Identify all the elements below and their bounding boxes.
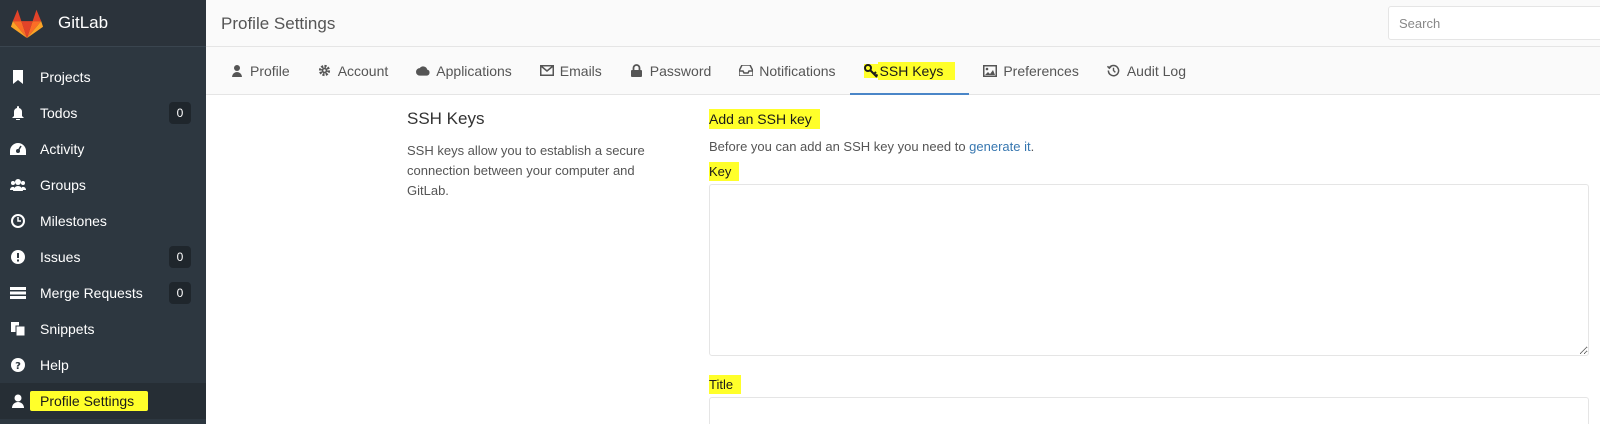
add-ssh-key-form: Add an SSH key Before you can add an SSH… [709, 109, 1589, 424]
image-icon [983, 64, 998, 78]
tab-password[interactable]: Password [616, 47, 725, 94]
gear-icon [318, 64, 332, 78]
user-icon [230, 64, 244, 78]
tab-label: Notifications [759, 62, 836, 79]
title-label: Title [709, 375, 742, 394]
generate-it-link[interactable]: generate it [969, 139, 1030, 154]
tab-label: Emails [559, 62, 602, 79]
sidebar-item-merge-requests[interactable]: Merge Requests 0 [0, 275, 206, 311]
tab-account[interactable]: Account [304, 47, 403, 94]
tab-label: Audit Log [1126, 62, 1186, 79]
desc-end: . [1030, 139, 1035, 154]
tab-label: SSH Keys [877, 61, 956, 80]
desc-text: Before you can add an SSH key you need t… [709, 139, 970, 154]
sidebar-item-snippets[interactable]: Snippets [0, 311, 206, 347]
users-icon [10, 177, 26, 193]
sidebar-item-label: Projects [40, 69, 91, 85]
sidebar-item-groups[interactable]: Groups [0, 167, 206, 203]
bell-icon [10, 105, 26, 121]
tab-label: Password [649, 62, 712, 79]
ssh-keys-info: SSH Keys SSH keys allow you to establish… [407, 109, 657, 201]
tab-label: Applications [436, 62, 512, 79]
section-description: SSH keys allow you to establish a secure… [407, 143, 645, 198]
sidebar-item-todos[interactable]: Todos 0 [0, 95, 206, 131]
tab-notifications[interactable]: Notifications [725, 47, 849, 94]
sidebar-item-label: Groups [40, 177, 86, 193]
page-header: Profile Settings [206, 0, 1600, 47]
tab-label: Profile [250, 62, 290, 79]
gitlab-logo-icon [10, 9, 44, 39]
brand[interactable]: GitLab [0, 0, 206, 47]
profile-tabs: Profile Account Applications Emails Pass… [206, 47, 1600, 95]
sidebar-item-label: Issues [40, 249, 81, 265]
exclamation-circle-icon [10, 249, 26, 265]
inbox-icon [739, 64, 754, 78]
tab-ssh-keys[interactable]: SSH Keys [849, 47, 970, 95]
tab-applications[interactable]: Applications [402, 47, 526, 94]
sidebar-item-label: Milestones [40, 213, 107, 229]
tab-label: Preferences [1003, 62, 1079, 79]
brand-name: GitLab [58, 13, 109, 32]
cloud-icon [416, 64, 430, 78]
sidebar-item-activity[interactable]: Activity [0, 131, 206, 167]
main-content: Profile Settings Profile Account Applica… [206, 0, 1600, 424]
sidebar-item-label: Merge Requests [40, 285, 143, 301]
sidebar-item-issues[interactable]: Issues 0 [0, 239, 206, 275]
search-input[interactable] [1388, 6, 1600, 40]
sidebar-item-profile-settings[interactable]: Profile Settings [0, 383, 206, 419]
envelope-icon [539, 64, 554, 78]
svg-text:?: ? [15, 361, 21, 372]
sidebar-item-label: Todos [40, 105, 78, 121]
issues-count-badge: 0 [169, 246, 191, 268]
sidebar-item-label: Snippets [40, 321, 95, 337]
section-heading: SSH Keys [407, 109, 485, 128]
ssh-keys-content: SSH Keys SSH keys allow you to establish… [206, 95, 1600, 424]
key-icon [863, 63, 878, 78]
sidebar-item-projects[interactable]: Projects [0, 59, 206, 95]
sidebar-item-milestones[interactable]: Milestones [0, 203, 206, 239]
lock-icon [630, 64, 644, 78]
tab-emails[interactable]: Emails [526, 47, 616, 94]
tab-profile[interactable]: Profile [216, 47, 304, 94]
key-label: Key [709, 162, 740, 181]
page-title: Profile Settings [221, 14, 336, 33]
sidebar-item-label: Profile Settings [30, 391, 149, 411]
dashboard-icon [10, 141, 26, 157]
title-input[interactable] [709, 397, 1589, 424]
user-icon [10, 393, 26, 409]
todos-count-badge: 0 [169, 102, 191, 124]
app-window: GitLab Projects Todos 0 Activity Groups … [0, 0, 1600, 424]
tab-preferences[interactable]: Preferences [969, 47, 1092, 94]
sidebar: GitLab Projects Todos 0 Activity Groups … [0, 0, 206, 424]
sidebar-item-label: Help [40, 357, 69, 373]
merge-requests-count-badge: 0 [169, 282, 191, 304]
sidebar-item-help[interactable]: ? Help [0, 347, 206, 383]
tab-label: Account [337, 62, 389, 79]
form-description: Before you can add an SSH key you need t… [709, 139, 1589, 154]
form-title: Add an SSH key [709, 109, 820, 129]
sidebar-item-label: Activity [40, 141, 85, 157]
tab-audit-log[interactable]: Audit Log [1093, 47, 1200, 94]
clipboard-icon [10, 321, 26, 337]
key-textarea[interactable] [709, 184, 1589, 356]
history-icon [1107, 64, 1121, 78]
list-icon [10, 285, 26, 301]
question-circle-icon: ? [10, 357, 26, 373]
clock-icon [10, 213, 26, 229]
bookmark-icon [10, 69, 26, 85]
sidebar-nav: Projects Todos 0 Activity Groups Milesto… [0, 47, 206, 419]
